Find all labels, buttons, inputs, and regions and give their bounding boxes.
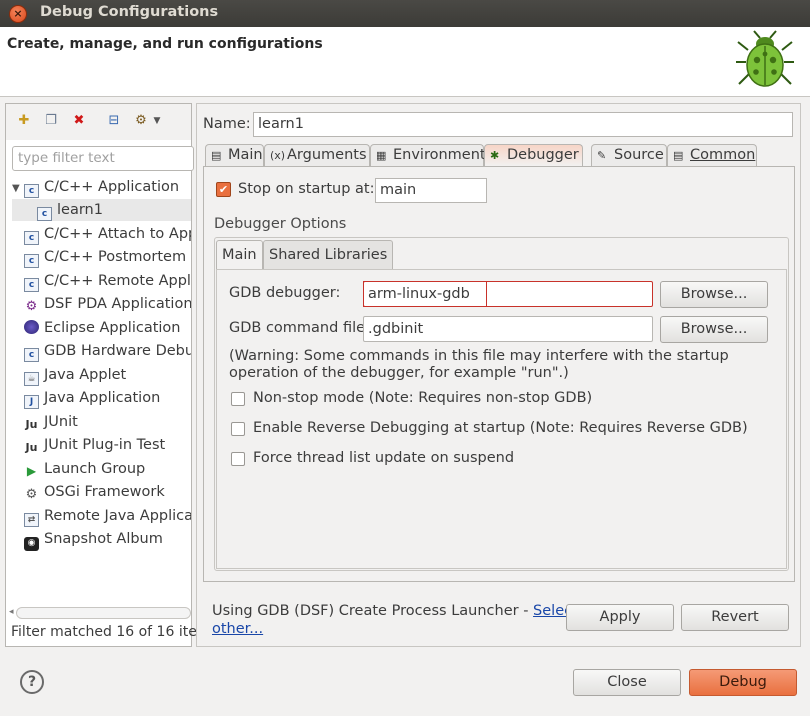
browse-gdb-command-file-button[interactable]: Browse... bbox=[660, 316, 768, 343]
remote-java-icon: ⇄ bbox=[24, 513, 39, 527]
gdb-debugger-label: GDB debugger: bbox=[229, 285, 341, 301]
tab-arguments[interactable]: (x) Arguments bbox=[264, 144, 370, 166]
gdb-command-file-field[interactable]: .gdbinit bbox=[363, 316, 653, 342]
window-title: Debug Configurations bbox=[40, 4, 219, 20]
tree-item-c-cpp-postmortem[interactable]: cC/C++ Postmortem De bbox=[24, 246, 191, 268]
configuration-list-panel: ✚ ❐ ✖ ⊟ ⚙ ▼ type filter text ▼ c C/C++ Ap… bbox=[5, 103, 197, 647]
apply-button[interactable]: Apply bbox=[566, 604, 674, 631]
filter-status: Filter matched 16 of 16 ite bbox=[11, 624, 197, 640]
name-label: Name: bbox=[203, 116, 251, 132]
window-titlebar: × Debug Configurations bbox=[0, 0, 810, 27]
arguments-tab-icon: (x) bbox=[270, 149, 286, 162]
reverse-debugging-label: Enable Reverse Debugging at startup (Not… bbox=[253, 420, 748, 436]
reverse-debugging-checkbox[interactable] bbox=[231, 422, 245, 436]
close-window-icon[interactable]: × bbox=[9, 5, 27, 23]
environment-tab-icon: ▦ bbox=[376, 149, 387, 162]
name-field[interactable]: learn1 bbox=[253, 112, 793, 137]
tree-item-remote-java-application[interactable]: ⇄ Remote Java Applicat bbox=[24, 505, 191, 527]
tree-item-launch-group[interactable]: ▶ Launch Group bbox=[24, 458, 145, 480]
junit-plugin-icon: Ju bbox=[25, 441, 38, 454]
filter-input[interactable]: type filter text bbox=[12, 146, 194, 171]
stop-on-startup-label: Stop on startup at: bbox=[238, 181, 375, 197]
browse-gdb-debugger-button[interactable]: Browse... bbox=[660, 281, 768, 308]
tab-common[interactable]: ▤ Common bbox=[667, 144, 757, 166]
tree-item-c-cpp-application[interactable]: c C/C++ Application bbox=[24, 176, 179, 198]
c-app-icon: c bbox=[24, 278, 39, 292]
c-app-icon: c bbox=[24, 184, 39, 198]
launch-group-icon: ▶ bbox=[26, 464, 37, 478]
gdb-command-file-label: GDB command file: bbox=[229, 320, 370, 336]
common-tab-icon: ▤ bbox=[673, 149, 684, 162]
stop-on-startup-checkbox[interactable]: ✔ bbox=[216, 182, 231, 197]
config-toolbar: ✚ ❐ ✖ ⊟ ⚙ ▼ bbox=[6, 104, 191, 140]
debug-button[interactable]: Debug bbox=[689, 669, 797, 696]
debugger-main-content: GDB debugger: arm-linux-gdb Browse... GD… bbox=[216, 269, 787, 569]
force-thread-update-checkbox[interactable] bbox=[231, 452, 245, 466]
close-button[interactable]: Close bbox=[573, 669, 681, 696]
c-app-icon: c bbox=[24, 231, 39, 245]
tab-environment[interactable]: ▦ Environment bbox=[370, 144, 486, 166]
source-tab-icon: ✎ bbox=[597, 149, 607, 162]
header-banner: Create, manage, and run configurations bbox=[0, 27, 810, 97]
tree-item-c-cpp-remote[interactable]: c C/C++ Remote Applic bbox=[24, 270, 191, 292]
scroll-left-icon[interactable]: ◂ bbox=[9, 607, 14, 617]
tree-item-gdb-hardware-debug[interactable]: c GDB Hardware Debug bbox=[24, 340, 191, 362]
banner-description: Create, manage, and run configurations bbox=[7, 36, 323, 52]
c-app-icon: c bbox=[37, 207, 52, 221]
tab-debugger-main[interactable]: Main bbox=[216, 240, 263, 269]
c-app-icon: c bbox=[24, 348, 39, 362]
tab-source[interactable]: ✎ Source bbox=[591, 144, 667, 166]
stop-on-startup-field[interactable]: main bbox=[375, 178, 487, 203]
non-stop-mode-checkbox[interactable] bbox=[231, 392, 245, 406]
debugger-tab-content: ✔ Stop on startup at: main Debugger Opti… bbox=[203, 166, 795, 582]
non-stop-mode-label: Non-stop mode (Note: Requires non-stop G… bbox=[253, 390, 593, 406]
tree-item-snapshot-album[interactable]: ◉ Snapshot Album bbox=[24, 528, 163, 551]
junit-icon: Ju bbox=[25, 418, 38, 431]
tree-item-eclipse-application[interactable]: Eclipse Application bbox=[24, 317, 181, 339]
highlight-annotation bbox=[363, 281, 487, 307]
new-config-icon[interactable]: ✚ bbox=[16, 113, 32, 129]
revert-button[interactable]: Revert bbox=[681, 604, 789, 631]
camera-icon: ◉ bbox=[24, 537, 39, 551]
duplicate-icon[interactable]: ❐ bbox=[43, 113, 59, 129]
filter-dropdown-icon[interactable]: ▼ bbox=[149, 113, 165, 129]
tree-item-java-applet[interactable]: ☕ Java Applet bbox=[24, 364, 126, 386]
debugger-options-label: Debugger Options bbox=[214, 216, 347, 232]
select-other-launcher-link[interactable]: other... bbox=[212, 621, 263, 637]
java-icon: J bbox=[24, 395, 39, 409]
tree-item-java-application[interactable]: J Java Application bbox=[24, 387, 160, 409]
tree-item-junit-plugin-test[interactable]: Ju JUnit Plug-in Test bbox=[24, 434, 166, 456]
tab-main[interactable]: ▤ Main bbox=[205, 144, 264, 166]
configuration-editor: Name: learn1 ▤ Main (x) Arguments ▦ Environ… bbox=[196, 103, 801, 647]
horizontal-scrollbar[interactable] bbox=[16, 607, 191, 619]
tree-item-junit[interactable]: Ju JUnit bbox=[24, 411, 78, 433]
tab-shared-libraries[interactable]: Shared Libraries bbox=[263, 240, 394, 269]
help-icon[interactable]: ? bbox=[20, 670, 44, 694]
force-thread-update-label: Force thread list update on suspend bbox=[253, 450, 515, 466]
c-app-icon: c bbox=[24, 254, 39, 268]
configuration-tree: c C/C++ Application c learn1 c C/C++ Attach… bbox=[6, 176, 191, 606]
gear-icon: ⚙ bbox=[25, 299, 38, 314]
collapse-all-icon[interactable]: ⊟ bbox=[106, 113, 122, 129]
tree-item-learn1[interactable]: c learn1 bbox=[12, 199, 191, 221]
gdbinit-warning: (Warning: Some commands in this file may… bbox=[229, 348, 729, 381]
debugger-tab-icon: ✱ bbox=[490, 149, 500, 162]
launcher-info: Using GDB (DSF) Create Process Launcher … bbox=[212, 603, 578, 619]
applet-icon: ☕ bbox=[24, 372, 39, 386]
tree-item-osgi-framework[interactable]: ⚙ OSGi Framework bbox=[24, 481, 165, 503]
osgi-icon: ⚙ bbox=[25, 487, 38, 502]
eclipse-icon bbox=[24, 320, 39, 334]
filter-icon[interactable]: ⚙ bbox=[133, 113, 149, 129]
tree-item-dsf-pda[interactable]: ⚙ DSF PDA Application bbox=[24, 293, 191, 315]
main-tab-icon: ▤ bbox=[211, 149, 222, 162]
tab-debugger[interactable]: ✱ Debugger bbox=[484, 144, 583, 166]
bug-icon bbox=[736, 30, 794, 87]
tree-item-c-cpp-attach[interactable]: cC/C++ Attach to Applic bbox=[24, 223, 191, 245]
delete-icon[interactable]: ✖ bbox=[71, 113, 87, 129]
